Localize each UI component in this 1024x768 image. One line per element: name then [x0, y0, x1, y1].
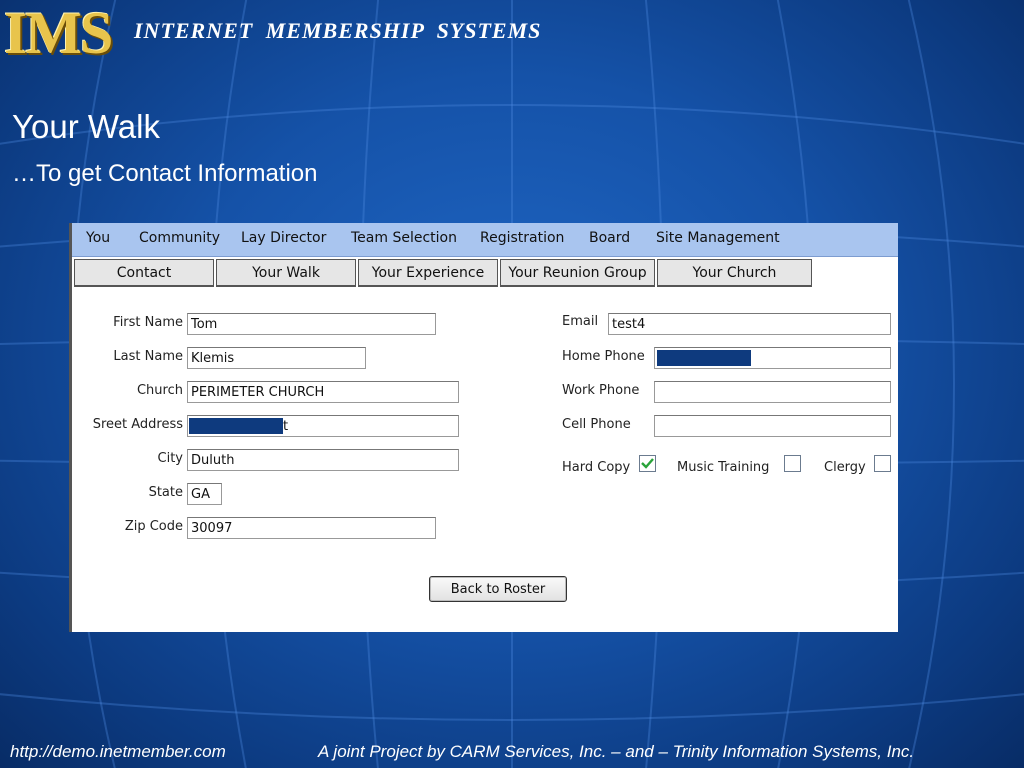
church-field[interactable]: PERIMETER CHURCH	[187, 381, 459, 403]
clergy-label: Clergy	[824, 460, 866, 475]
menu-community[interactable]: Community	[139, 230, 220, 246]
tab-your-church[interactable]: Your Church	[657, 259, 812, 287]
city-field[interactable]: Duluth	[187, 449, 459, 471]
city-label: City	[157, 451, 183, 466]
cell-phone-field[interactable]	[654, 415, 891, 437]
menu-lay-director[interactable]: Lay Director	[241, 230, 326, 246]
menu-board[interactable]: Board	[589, 230, 630, 246]
church-label: Church	[136, 383, 183, 398]
redacted-street-address	[189, 418, 283, 434]
hard-copy-label: Hard Copy	[562, 460, 631, 475]
menu-you[interactable]: You	[86, 230, 110, 246]
menu-team-selection[interactable]: Team Selection	[351, 230, 457, 246]
ims-logo: IMS	[4, 2, 132, 64]
slide-title: Your Walk	[12, 108, 160, 145]
brand-name: INTERNET MEMBERSHIP SYSTEMS	[134, 18, 542, 43]
back-to-roster-button[interactable]: Back to Roster	[429, 576, 567, 602]
zip-code-label: Zip Code	[124, 519, 183, 534]
home-phone-label: Home Phone	[562, 349, 645, 364]
state-field[interactable]: GA	[187, 483, 222, 505]
footer-url-link[interactable]: http://demo.inetmember.com	[10, 742, 226, 762]
menu-registration[interactable]: Registration	[480, 230, 564, 246]
email-label: Email	[562, 314, 599, 329]
menu-site-management[interactable]: Site Management	[656, 230, 780, 246]
cell-phone-label: Cell Phone	[562, 417, 631, 432]
logo-text: IMS	[4, 0, 113, 66]
state-label: State	[148, 485, 183, 500]
work-phone-label: Work Phone	[562, 383, 640, 398]
zip-code-field[interactable]: 30097	[187, 517, 436, 539]
last-name-field[interactable]: Klemis	[187, 347, 366, 369]
app-window: You Community Lay Director Team Selectio…	[69, 223, 898, 632]
first-name-label: First Name	[113, 315, 183, 330]
music-training-label: Music Training	[677, 460, 770, 475]
last-name-label: Last Name	[113, 349, 183, 364]
hard-copy-checkbox[interactable]	[639, 455, 656, 472]
clergy-checkbox[interactable]	[874, 455, 891, 472]
tab-your-walk[interactable]: Your Walk	[216, 259, 356, 287]
tab-bar: Contact Your Walk Your Experience Your R…	[72, 258, 898, 289]
footer-credit: A joint Project by CARM Services, Inc. –…	[318, 742, 915, 761]
music-training-checkbox[interactable]	[784, 455, 801, 472]
tab-your-reunion-group[interactable]: Your Reunion Group	[500, 259, 655, 287]
redacted-home-phone	[657, 350, 751, 366]
top-menu-bar: You Community Lay Director Team Selectio…	[72, 223, 898, 257]
email-field[interactable]: test4	[608, 313, 891, 335]
first-name-field[interactable]: Tom	[187, 313, 436, 335]
street-address-label: Sreet Address	[92, 417, 183, 432]
tab-your-experience[interactable]: Your Experience	[358, 259, 498, 287]
checkmark-icon	[641, 458, 654, 469]
tab-contact[interactable]: Contact	[74, 259, 214, 287]
work-phone-field[interactable]	[654, 381, 891, 403]
slide-subtitle: …To get Contact Information	[12, 160, 318, 187]
